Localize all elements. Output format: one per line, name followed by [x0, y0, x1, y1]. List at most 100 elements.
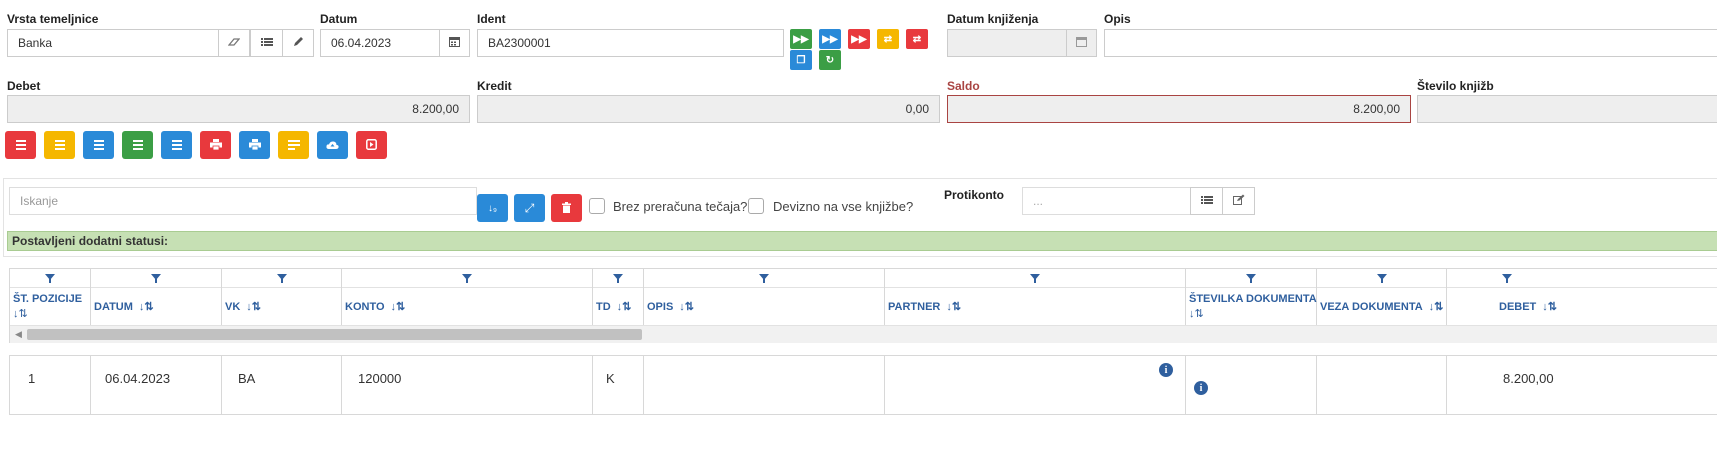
filter-funnel-icon[interactable] [1377, 274, 1387, 283]
fast-forward-green-button[interactable]: ▶▶ [790, 29, 812, 49]
repeat-icon: ⇄ [883, 33, 893, 45]
sort-icon: ↓⇅ [138, 301, 154, 313]
filter-funnel-icon[interactable] [45, 274, 55, 283]
edit-button[interactable] [282, 29, 314, 57]
protikonto-list-button[interactable] [1190, 187, 1223, 215]
pencil-icon [293, 36, 304, 50]
devizno-label: Devizno na vse knjižbe? [773, 199, 914, 214]
vrsta-temeljnice-label: Vrsta temeljnice [7, 12, 99, 26]
grid-header: ŠT. POZICIJE ↓⇅ DATUM ↓⇅ VK ↓⇅ KONTO ↓⇅ TD ↓… [9, 268, 1717, 343]
info-icon[interactable]: i [1194, 381, 1208, 395]
fast-forward-blue-button[interactable]: ▶▶ [819, 29, 841, 49]
opis-field[interactable] [1104, 29, 1717, 57]
stevilo-knjizb-label: Število knjižb [1417, 79, 1494, 93]
col-header-stevilka[interactable]: ŠTEVILKA DOKUMENTA [1189, 293, 1317, 305]
horizontal-scrollbar[interactable]: ◀ [10, 326, 1717, 343]
exit-button[interactable] [356, 131, 387, 159]
sort-icon: ↓⇅ [1542, 301, 1557, 313]
eraser-icon [227, 36, 241, 50]
sort-icon: ↓⇅ [946, 301, 962, 313]
edit-square-icon [1232, 194, 1245, 208]
repeat-orange-button[interactable]: ⇄ [877, 29, 899, 49]
col-header-td[interactable]: TD ↓⇅ [596, 300, 631, 313]
filter-funnel-icon[interactable] [277, 274, 287, 283]
cloud-upload-button[interactable] [317, 131, 348, 159]
list-icon [1200, 194, 1213, 208]
col-header-pozicija[interactable]: ŠT. POZICIJE [13, 293, 82, 305]
debet-label: Debet [7, 79, 41, 93]
filter-funnel-icon[interactable] [759, 274, 769, 283]
filter-funnel-icon[interactable] [613, 274, 623, 283]
list-green-button[interactable] [122, 131, 153, 159]
fast-forward-icon: ▶▶ [822, 33, 838, 45]
expand-icon: ⤢ [524, 200, 535, 215]
cell-datum: 06.04.2023 [105, 371, 171, 386]
sort-icon: ↓⇅ [246, 301, 261, 313]
calendar-icon [449, 36, 460, 50]
table-row[interactable]: 1 06.04.2023 BA 120000 K i i 8.200,00 [9, 355, 1717, 415]
stevilo-knjizb-field [1417, 95, 1717, 123]
sort-icon: ↓⇅ [679, 301, 695, 313]
datum-knjizenja-field[interactable] [947, 29, 1067, 57]
fast-forward-icon: ▶▶ [851, 33, 867, 45]
datum-calendar-button[interactable] [439, 29, 470, 57]
cell-konto: 120000 [358, 371, 402, 386]
sort-icon[interactable]: ↓⇅ [13, 307, 28, 320]
col-header-opis[interactable]: OPIS ↓⇅ [647, 300, 694, 313]
print-red-button[interactable] [200, 131, 231, 159]
refresh-button[interactable]: ↻ [819, 50, 841, 70]
filter-funnel-icon[interactable] [1030, 274, 1040, 283]
list-blue-button[interactable] [83, 131, 114, 159]
print-blue-button[interactable] [239, 131, 270, 159]
vrsta-temeljnice-field[interactable]: Banka [7, 29, 219, 57]
info-icon[interactable]: i [1159, 363, 1173, 377]
sort-button[interactable]: ↓₉ [477, 194, 508, 222]
filter-funnel-icon[interactable] [1502, 274, 1512, 283]
scroll-left-icon[interactable]: ◀ [15, 329, 22, 340]
col-header-datum[interactable]: DATUM ↓⇅ [94, 300, 154, 313]
repeat-red-button[interactable]: ⇄ [906, 29, 928, 49]
protikonto-edit-button[interactable] [1222, 187, 1255, 215]
list-icon [93, 140, 104, 150]
col-header-debet[interactable]: DEBET ↓⇅ [1499, 300, 1557, 313]
brez-preracuna-checkbox[interactable] [589, 198, 605, 214]
list-button[interactable] [250, 29, 283, 57]
sort-icon[interactable]: ↓⇅ [1189, 307, 1204, 320]
devizno-checkbox[interactable] [748, 198, 764, 214]
delete-button[interactable] [551, 194, 582, 222]
datum-field[interactable]: 06.04.2023 [320, 29, 440, 57]
cell-vk: BA [238, 371, 256, 386]
col-header-veza[interactable]: VEZA DOKUMENTA ↓⇅ [1320, 300, 1443, 313]
expand-button[interactable]: ⤢ [514, 194, 545, 222]
align-orange-button[interactable] [278, 131, 309, 159]
ident-field[interactable]: BA2300001 [477, 29, 784, 57]
eraser-button[interactable] [218, 29, 250, 57]
protikonto-input[interactable]: ... [1022, 187, 1191, 215]
filter-funnel-icon[interactable] [462, 274, 472, 283]
filter-funnel-icon[interactable] [1246, 274, 1256, 283]
list-icon [171, 140, 182, 150]
print-icon [248, 138, 261, 153]
search-input[interactable]: Iskanje [9, 187, 477, 215]
kredit-field: 0,00 [477, 95, 940, 123]
trash-icon [562, 201, 571, 216]
copy-button[interactable]: ❐ [790, 50, 812, 70]
list-red-button[interactable] [5, 131, 36, 159]
scrollbar-thumb[interactable] [27, 329, 642, 340]
col-header-vk[interactable]: VK ↓⇅ [225, 300, 261, 313]
list-blue-2-button[interactable] [161, 131, 192, 159]
ident-label: Ident [477, 12, 506, 26]
copy-icon: ❐ [796, 54, 806, 66]
col-header-partner[interactable]: PARTNER ↓⇅ [888, 300, 961, 313]
list-orange-button[interactable] [44, 131, 75, 159]
fast-forward-red-button[interactable]: ▶▶ [848, 29, 870, 49]
datum-knjizenja-calendar-button[interactable] [1066, 29, 1097, 57]
sort-numeric-icon: ↓₉ [488, 202, 497, 214]
calendar-icon [1076, 36, 1087, 50]
fast-forward-icon: ▶▶ [793, 33, 809, 45]
sort-icon: ↓⇅ [1428, 301, 1444, 313]
list-icon [260, 36, 273, 50]
filter-funnel-icon[interactable] [151, 274, 161, 283]
list-icon [15, 140, 26, 150]
col-header-konto[interactable]: KONTO ↓⇅ [345, 300, 405, 313]
